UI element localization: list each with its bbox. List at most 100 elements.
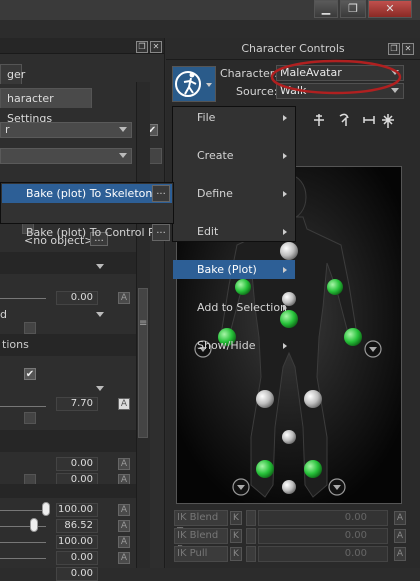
submenu-arrow-icon [283,191,287,197]
slider-value-4[interactable]: 0.00 [56,551,98,565]
anim-button-g[interactable]: A [118,536,130,548]
menu-item-show-hide[interactable]: Show/Hide [173,336,295,355]
effector-right-shoulder [327,279,343,295]
menu-item-label: Bake (Plot) [197,263,257,276]
value-field-c[interactable]: 0.00 [56,457,98,471]
minimize-button[interactable]: ▁ [314,0,338,18]
menu-item-label: Add to Selection [197,301,288,314]
settings-dropdown-2[interactable] [0,148,132,164]
menu-item-label: File [197,111,216,124]
section-header-4 [0,484,136,498]
option-checkbox-3[interactable] [24,412,36,424]
submenu-item-label: Bake (plot) To Skeleton [26,187,153,200]
anim-button-b[interactable]: A [118,398,130,410]
slider-track[interactable] [0,558,46,559]
menu-item-add-to-selection[interactable]: Add to Selection [173,298,295,317]
anim-button-h[interactable]: A [118,552,130,564]
ik-blend-r-slider[interactable] [246,528,256,544]
anim-button-c[interactable]: A [118,458,130,470]
value-field-a[interactable]: 0.00 [56,291,98,305]
close-panel-icon[interactable]: ✕ [150,41,162,53]
annotation-ellipse [270,59,402,95]
ik-blend-t-key[interactable]: K [230,511,242,525]
panel-title: Character Controls [166,38,420,60]
slider-value-5[interactable]: 0.00 [56,567,98,581]
ik-blend-t-anim[interactable]: A [394,511,406,525]
menu-item-edit[interactable]: Edit [173,222,295,241]
chevron-down-icon[interactable] [96,386,104,391]
submenu-arrow-icon [283,343,287,349]
ik-blend-r-key[interactable]: K [230,529,242,543]
character-menu-button[interactable] [172,66,216,102]
tab-navigator[interactable]: ger [0,64,25,84]
option-checkbox-1[interactable] [24,322,36,334]
value-field-b[interactable]: 7.70 [56,397,98,411]
ik-pull-anim[interactable]: A [394,547,406,561]
anim-button-a[interactable]: A [118,292,130,304]
option-checkbox-2[interactable]: ✔ [24,368,36,380]
ik-blend-r-anim[interactable]: A [394,529,406,543]
character-menu: File Create Define Edit Bake (Plot) Add … [172,106,296,352]
slider-track[interactable] [0,542,46,543]
menu-item-bake-plot[interactable]: Bake (Plot) [173,260,295,279]
menu-item-label: Show/Hide [197,339,256,352]
chevron-down-icon[interactable] [96,264,104,269]
ik-pull-value[interactable]: 0.00 [258,546,388,562]
slider-track[interactable] [0,298,46,299]
float-icon[interactable]: ❐ [136,41,148,53]
chevron-down-icon [119,127,127,132]
effector-pelvis [282,430,296,444]
slider-value-1[interactable]: 100.00 [56,503,98,517]
settings-dropdown[interactable]: r [0,122,132,138]
bake-skeleton-options-button[interactable]: ... [152,185,170,202]
bake-submenu: Bake (plot) To Skeleton ... Bake (plot) … [0,182,174,241]
ik-blend-r-value[interactable]: 0.00 [258,528,388,544]
anim-button-e[interactable]: A [118,504,130,516]
slider-track[interactable] [0,406,46,407]
section-header-1 [0,252,136,274]
submenu-arrow-icon [283,305,287,311]
float-icon[interactable]: ❐ [388,43,400,55]
effector-left-knee [256,390,274,408]
close-button[interactable]: ✕ [368,0,412,18]
effector-right-knee [304,390,322,408]
slider-track[interactable] [0,510,46,511]
menu-item-define[interactable]: Define [173,184,295,203]
submenu-bake-to-skeleton[interactable]: Bake (plot) To Skeleton ... [2,184,172,203]
tab-character-settings[interactable]: haracter Settings [0,88,92,125]
submenu-arrow-icon [283,115,287,121]
restore-button[interactable]: ❐ [340,0,366,18]
effector-right-hand [344,328,362,346]
ik-pull-slider[interactable] [246,546,256,562]
submenu-item-label: Bake (plot) To Control Rig [26,226,166,239]
anim-button-f[interactable]: A [118,520,130,532]
section-options-header: tions [0,334,136,356]
settings-dropdown-value: r [5,123,10,136]
bake-control-rig-options-button[interactable]: ... [152,224,170,241]
chevron-down-icon[interactable] [96,312,104,317]
slider-knob[interactable] [42,502,50,516]
submenu-bake-to-control-rig[interactable]: Bake (plot) To Control Rig ... [2,223,172,242]
menu-item-create[interactable]: Create [173,146,295,165]
effector-floor [282,480,296,494]
ik-pull-label: IK Pull [174,546,228,562]
scrollbar-thumb[interactable] [138,288,148,438]
ik-blend-t-value[interactable]: 0.00 [258,510,388,526]
close-panel-icon[interactable]: ✕ [402,43,414,55]
ik-blend-t-label: IK Blend T [174,510,228,537]
scrollbar-grip-icon: ≡ [139,318,148,329]
section-header-3 [0,430,136,452]
ik-blend-t-slider[interactable] [246,510,256,526]
ik-pull-key[interactable]: K [230,547,242,561]
chevron-down-icon [119,153,127,158]
menu-item-label: Define [197,187,233,200]
ik-rows: IK Blend T K 0.00 A IK Blend R K 0.00 A … [174,508,412,568]
effector-right-foot [304,460,322,478]
mode-dropdown-label: d [0,308,7,321]
effector-chest [280,242,298,260]
slider-value-2[interactable]: 86.52 [56,519,98,533]
slider-knob[interactable] [30,518,38,532]
menu-item-file[interactable]: File [173,108,295,127]
slider-value-3[interactable]: 100.00 [56,535,98,549]
slider-track[interactable] [0,526,46,527]
